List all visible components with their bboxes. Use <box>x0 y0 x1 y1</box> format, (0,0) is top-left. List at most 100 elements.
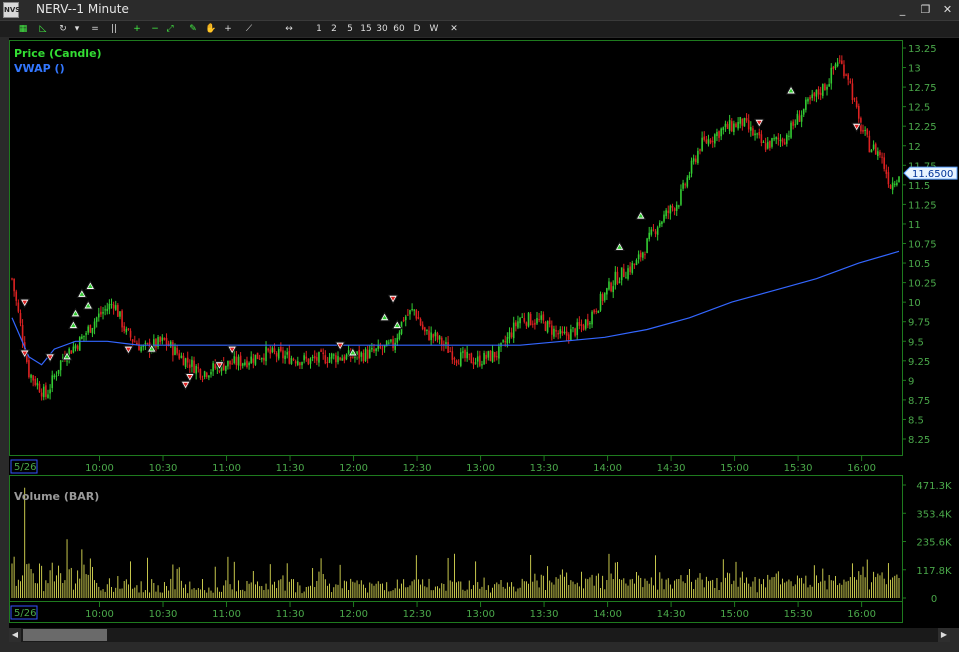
candle-body <box>189 364 191 368</box>
candle-body <box>472 362 475 365</box>
line-chart-button[interactable]: ◺ <box>36 22 50 36</box>
candle-body <box>663 214 665 222</box>
restore-button[interactable]: ❐ <box>919 3 932 16</box>
volume-time-label: 16:00 <box>847 609 876 620</box>
refresh-button[interactable]: ↻ <box>56 22 70 36</box>
candle-body <box>59 360 62 371</box>
candle-body <box>131 339 134 342</box>
candle-body <box>893 183 896 185</box>
candle-body <box>580 324 583 327</box>
scroll-right-icon[interactable]: ▶ <box>938 628 950 642</box>
candle-body <box>769 140 771 148</box>
candle-body <box>703 136 706 140</box>
candle-body <box>345 354 348 360</box>
period-button-15[interactable]: 15 <box>358 22 374 36</box>
candle-body <box>830 67 833 84</box>
candle-body <box>570 329 572 341</box>
toolbar-close-icon[interactable]: ✕ <box>447 22 461 36</box>
price-time-label: 14:00 <box>593 463 622 474</box>
scrollbar-thumb[interactable] <box>23 629 107 641</box>
zoom-out-button[interactable]: − <box>148 22 162 36</box>
crosshair-button[interactable]: + <box>221 22 235 36</box>
candle-body <box>639 252 642 258</box>
candle-body <box>40 392 43 397</box>
candle-body <box>479 355 481 366</box>
price-tick-label: 9.25 <box>908 357 930 368</box>
candle-body <box>269 349 272 354</box>
candle-body <box>214 364 217 369</box>
candle-body <box>838 60 841 62</box>
scroll-left-icon[interactable]: ◀ <box>9 628 21 642</box>
price-tick-label: 11.25 <box>908 200 937 211</box>
period-button-2[interactable]: 2 <box>326 22 342 36</box>
candle-body <box>81 336 83 339</box>
candle-body <box>828 84 830 87</box>
price-time-label: 14:30 <box>657 463 686 474</box>
candle-body <box>699 149 701 151</box>
candle-body <box>538 319 540 321</box>
candle-body <box>661 221 663 224</box>
candle-body <box>595 311 598 313</box>
candle-body <box>877 151 879 157</box>
candle-body <box>241 363 244 366</box>
candle-body <box>199 369 202 378</box>
candle-body <box>779 139 782 142</box>
candle-body <box>561 331 564 334</box>
period-button-5[interactable]: 5 <box>342 22 358 36</box>
candle-body <box>508 332 511 339</box>
candle-body <box>572 327 574 329</box>
price-volume-chart[interactable]: 13.251312.7512.512.251211.7511.511.25111… <box>9 38 959 628</box>
candle-body <box>208 375 210 378</box>
candle-body <box>309 358 312 364</box>
candle-body <box>459 352 462 366</box>
candle-body <box>667 210 670 213</box>
candle-body <box>248 362 250 366</box>
draw-pen-button[interactable]: ✎ <box>186 22 200 36</box>
minimize-button[interactable]: _ <box>896 3 909 16</box>
candle-body <box>603 292 606 301</box>
equal-spacing-button[interactable]: = <box>88 22 102 36</box>
period-button-60[interactable]: 60 <box>391 22 407 36</box>
candle-body <box>45 385 47 397</box>
period-button-1[interactable]: 1 <box>311 22 327 36</box>
candle-body <box>299 362 301 366</box>
candle-body <box>756 133 758 135</box>
zoom-in-button[interactable]: + <box>130 22 144 36</box>
candle-body <box>849 81 852 83</box>
fit-button[interactable]: ⤢ <box>163 22 177 36</box>
columns-button[interactable]: || <box>107 22 121 36</box>
candle-body <box>186 357 189 363</box>
candle-body <box>800 114 803 122</box>
app-logo-icon: NVS <box>3 2 20 18</box>
hand-button[interactable]: ✋ <box>204 22 218 36</box>
dropdown-button[interactable]: ▾ <box>70 22 84 36</box>
period-button-W[interactable]: W <box>426 22 442 36</box>
candles-sun-button[interactable]: ▦ <box>16 22 30 36</box>
price-tick-label: 10 <box>908 298 921 309</box>
candle-body <box>506 337 509 344</box>
close-button[interactable]: ✕ <box>941 3 954 16</box>
candle-body <box>121 310 123 328</box>
candle-body <box>544 321 547 331</box>
candle-body <box>426 329 428 332</box>
price-tick-label: 8.25 <box>908 435 930 446</box>
period-button-30[interactable]: 30 <box>374 22 390 36</box>
candle-body <box>762 141 765 143</box>
candle-body <box>576 322 579 336</box>
candle-body <box>656 227 659 235</box>
candle-body <box>805 99 807 110</box>
candle-body <box>366 349 369 359</box>
candle-body <box>792 121 794 126</box>
candle-body <box>557 333 559 335</box>
candle-body <box>305 356 308 359</box>
candle-body <box>809 97 811 100</box>
trendline-button[interactable]: ⟋ <box>242 22 256 36</box>
candle-body <box>512 322 515 339</box>
chart-area[interactable]: 13.251312.7512.512.251211.7511.511.25111… <box>9 38 959 628</box>
candle-body <box>296 361 299 365</box>
candle-body <box>174 346 176 355</box>
horizontal-scrollbar[interactable]: ◀ ▶ <box>9 628 950 642</box>
volume-time-label: 14:00 <box>593 609 622 620</box>
pan-button[interactable]: ↔ <box>282 22 296 36</box>
period-button-D[interactable]: D <box>409 22 425 36</box>
